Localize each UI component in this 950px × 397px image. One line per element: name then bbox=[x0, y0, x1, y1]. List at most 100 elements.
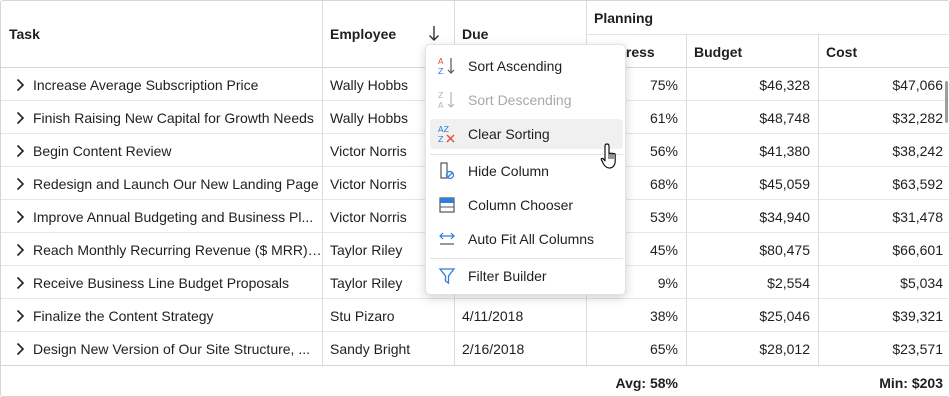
svg-text:Z: Z bbox=[438, 91, 444, 100]
menu-separator bbox=[430, 258, 623, 259]
column-header-task[interactable]: Task bbox=[1, 1, 322, 67]
column-header-task-label: Task bbox=[9, 26, 40, 42]
menu-item-hide-column[interactable]: Hide Column bbox=[430, 156, 623, 186]
cost-cell: $5,034 bbox=[900, 274, 943, 291]
employee-cell: Sandy Bright bbox=[330, 340, 411, 357]
menu-separator bbox=[430, 154, 623, 155]
budget-cell: $25,046 bbox=[759, 307, 810, 324]
task-cell: Finalize the Content Strategy bbox=[1, 299, 322, 332]
menu-item-label: Auto Fit All Columns bbox=[468, 231, 595, 247]
column-header-budget-label: Budget bbox=[694, 43, 743, 60]
cost-summary: Min: $203 bbox=[879, 374, 943, 391]
chevron-right-icon[interactable] bbox=[7, 276, 33, 290]
progress-summary: Avg: 58% bbox=[615, 374, 678, 391]
budget-cell: $41,380 bbox=[759, 142, 810, 159]
task-text: Increase Average Subscription Price bbox=[33, 76, 259, 93]
grid-footer: Avg: 58% Min: $203 bbox=[1, 365, 949, 396]
sort-ascending-icon: A Z bbox=[438, 56, 468, 76]
chevron-right-icon[interactable] bbox=[7, 243, 33, 257]
hide-column-icon bbox=[438, 161, 468, 181]
hand-cursor-icon bbox=[600, 142, 622, 172]
column-header-employee-label: Employee bbox=[330, 26, 397, 42]
cost-cell: $66,601 bbox=[892, 241, 943, 258]
clear-sorting-icon: AZ Z bbox=[438, 124, 468, 144]
task-cell: Begin Content Review bbox=[1, 134, 322, 167]
due-cell: 2/16/2018 bbox=[462, 340, 525, 357]
employee-cell: Stu Pizaro bbox=[330, 307, 395, 324]
menu-item-label: Column Chooser bbox=[468, 197, 574, 213]
budget-cell: $2,554 bbox=[767, 274, 810, 291]
column-chooser-icon bbox=[438, 195, 468, 215]
menu-item-label: Clear Sorting bbox=[468, 126, 550, 142]
menu-item-label: Sort Descending bbox=[468, 92, 572, 108]
chevron-right-icon[interactable] bbox=[7, 177, 33, 191]
sort-descending-arrow-icon bbox=[428, 25, 440, 45]
menu-item-clear-sorting[interactable]: AZ Z Clear Sorting bbox=[430, 119, 623, 149]
column-header-cost-label: Cost bbox=[826, 43, 858, 60]
budget-cell: $46,328 bbox=[759, 76, 810, 93]
budget-cell: $34,940 bbox=[759, 208, 810, 225]
cost-cell: $23,571 bbox=[892, 340, 943, 357]
task-cell: Reach Monthly Recurring Revenue ($ MRR) … bbox=[1, 233, 322, 266]
band-header-planning[interactable]: Planning bbox=[586, 1, 949, 35]
column-header-cost[interactable]: Cost bbox=[818, 35, 949, 68]
menu-item-label: Filter Builder bbox=[468, 268, 547, 284]
column-context-menu: A Z Sort Ascending Z A Sort Descending A… bbox=[425, 44, 626, 295]
column-header-budget[interactable]: Budget bbox=[686, 35, 818, 68]
cost-cell: $39,321 bbox=[892, 307, 943, 324]
svg-text:A: A bbox=[438, 57, 444, 66]
cost-cell: $31,478 bbox=[892, 208, 943, 225]
budget-cell: $45,059 bbox=[759, 175, 810, 192]
task-text: Finalize the Content Strategy bbox=[33, 307, 214, 324]
task-text: Finish Raising New Capital for Growth Ne… bbox=[33, 109, 314, 126]
menu-item-filter-builder[interactable]: Filter Builder bbox=[430, 261, 623, 291]
menu-item-sort-descending[interactable]: Z A Sort Descending bbox=[430, 85, 623, 115]
budget-cell: $48,748 bbox=[759, 109, 810, 126]
task-text: Reach Monthly Recurring Revenue ($ MRR) … bbox=[33, 241, 322, 258]
cost-cell: $38,242 bbox=[892, 142, 943, 159]
budget-cell: $80,475 bbox=[759, 241, 810, 258]
svg-text:A: A bbox=[438, 101, 444, 110]
column-header-due-label: Due bbox=[462, 26, 489, 42]
task-cell: Redesign and Launch Our New Landing Page bbox=[1, 167, 322, 200]
svg-text:Z: Z bbox=[438, 135, 444, 144]
task-text: Receive Business Line Budget Proposals bbox=[33, 274, 290, 291]
task-text: Begin Content Review bbox=[33, 142, 172, 159]
menu-item-label: Sort Ascending bbox=[468, 58, 563, 74]
task-text: Design New Version of Our Site Structure… bbox=[33, 340, 311, 357]
task-text: Redesign and Launch Our New Landing Page bbox=[33, 175, 319, 192]
table-row[interactable]: Finalize the Content Strategy Stu Pizaro… bbox=[1, 299, 949, 332]
chevron-right-icon[interactable] bbox=[7, 342, 33, 356]
cost-cell: $32,282 bbox=[892, 109, 943, 126]
task-text: Improve Annual Budgeting and Business Pl… bbox=[33, 208, 314, 225]
sort-descending-icon: Z A bbox=[438, 90, 468, 110]
menu-item-auto-fit-all-columns[interactable]: Auto Fit All Columns bbox=[430, 224, 623, 254]
filter-builder-icon bbox=[438, 266, 468, 286]
vertical-scrollbar[interactable] bbox=[945, 81, 948, 123]
band-divider bbox=[586, 34, 949, 35]
task-cell: Increase Average Subscription Price bbox=[1, 68, 322, 101]
svg-text:Z: Z bbox=[438, 67, 444, 76]
task-cell: Improve Annual Budgeting and Business Pl… bbox=[1, 200, 322, 233]
cost-cell: $47,066 bbox=[892, 76, 943, 93]
progress-cell: 38% bbox=[649, 307, 678, 324]
chevron-right-icon[interactable] bbox=[7, 111, 33, 125]
progress-cell: 65% bbox=[649, 340, 678, 357]
budget-cell: $28,012 bbox=[759, 340, 810, 357]
chevron-right-icon[interactable] bbox=[7, 78, 33, 92]
task-cell: Design New Version of Our Site Structure… bbox=[1, 332, 322, 365]
due-cell: 4/11/2018 bbox=[462, 307, 524, 324]
menu-item-column-chooser[interactable]: Column Chooser bbox=[430, 190, 623, 220]
cost-cell: $63,592 bbox=[892, 175, 943, 192]
menu-item-sort-ascending[interactable]: A Z Sort Ascending bbox=[430, 51, 623, 81]
svg-text:AZ: AZ bbox=[438, 125, 449, 134]
task-cell: Finish Raising New Capital for Growth Ne… bbox=[1, 101, 322, 134]
menu-item-label: Hide Column bbox=[468, 163, 549, 179]
auto-fit-columns-icon bbox=[438, 229, 468, 249]
table-row[interactable]: Design New Version of Our Site Structure… bbox=[1, 332, 949, 365]
band-header-planning-label: Planning bbox=[594, 10, 654, 26]
chevron-right-icon[interactable] bbox=[7, 210, 33, 224]
task-cell: Receive Business Line Budget Proposals bbox=[1, 266, 322, 299]
chevron-right-icon[interactable] bbox=[7, 144, 33, 158]
chevron-right-icon[interactable] bbox=[7, 309, 33, 323]
